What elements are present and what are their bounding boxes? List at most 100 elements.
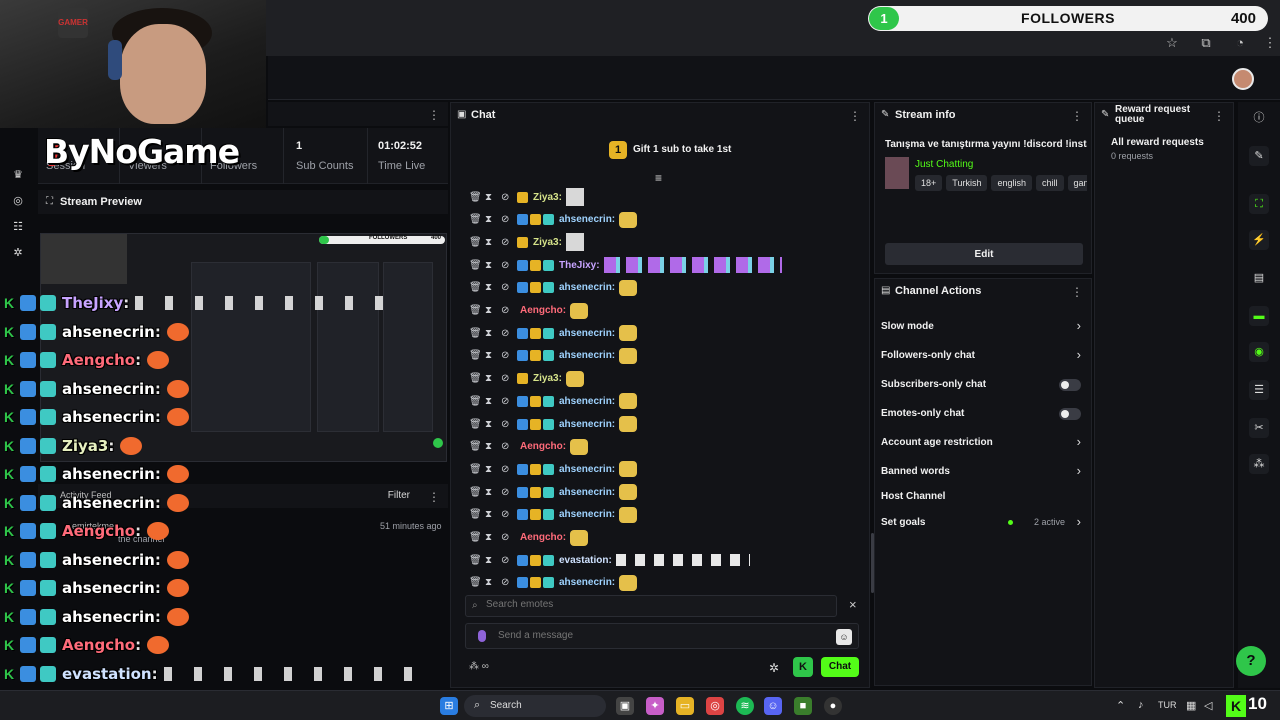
- chat-message[interactable]: 🗑 ⧗ ⊘ ahsenecrin:: [469, 391, 638, 411]
- stream-tag[interactable]: gan: [1067, 175, 1087, 191]
- ban-icon[interactable]: ⊘: [501, 577, 511, 588]
- extensions-icon[interactable]: ⧉: [1198, 35, 1214, 51]
- discord-icon[interactable]: ☺: [764, 697, 782, 715]
- delete-message-icon[interactable]: 🗑: [469, 441, 482, 452]
- timeout-icon[interactable]: ⧗: [485, 396, 495, 407]
- app-icon[interactable]: ●: [824, 697, 842, 715]
- language-indicator[interactable]: TUR: [1158, 700, 1177, 710]
- chat-username[interactable]: ahsenecrin:: [559, 282, 615, 293]
- ban-icon[interactable]: ⊘: [501, 509, 511, 520]
- ban-icon[interactable]: ⊘: [501, 192, 511, 203]
- chat-message[interactable]: 🗑 ⧗ ⊘ ahsenecrin:: [469, 346, 638, 366]
- chat-username[interactable]: Aengcho:: [520, 532, 566, 543]
- camera-icon[interactable]: ◎: [11, 194, 25, 208]
- folder-icon[interactable]: ▭: [676, 697, 694, 715]
- kebab-icon[interactable]: ⋮: [849, 109, 861, 123]
- windows-start-icon[interactable]: ⊞: [440, 697, 458, 715]
- preview-icon[interactable]: ⛶: [1249, 194, 1269, 214]
- kebab-icon[interactable]: ⋮: [1071, 109, 1083, 123]
- chat-bubble-icon[interactable]: ▬: [1249, 306, 1269, 326]
- chat-message[interactable]: 🗑 ⧗ ⊘ TheJixy:: [469, 255, 782, 275]
- pencil-icon[interactable]: ✎: [1249, 146, 1269, 166]
- browser-menu-icon[interactable]: ⋮: [1262, 35, 1278, 51]
- chat-message[interactable]: 🗑 ⧗ ⊘ Aengcho:: [469, 437, 589, 457]
- chat-message[interactable]: 🗑 ⧗ ⊘ ahsenecrin:: [469, 210, 638, 230]
- ban-icon[interactable]: ⊘: [501, 532, 511, 543]
- chat-message[interactable]: 🗑 ⧗ ⊘ Aengcho:: [469, 301, 589, 321]
- network-icon[interactable]: ▦: [1186, 699, 1196, 712]
- wrench-icon[interactable]: ✂: [1249, 418, 1269, 438]
- close-icon[interactable]: ×: [849, 597, 857, 612]
- channel-action-row[interactable]: Set goals › 2 active: [881, 511, 1087, 535]
- timeout-icon[interactable]: ⧗: [485, 260, 495, 271]
- delete-message-icon[interactable]: 🗑: [469, 214, 482, 225]
- trophy-icon[interactable]: ♛: [11, 168, 25, 182]
- delete-message-icon[interactable]: 🗑: [469, 419, 482, 430]
- chevron-right-icon[interactable]: ›: [1077, 434, 1081, 449]
- chat-username[interactable]: ahsenecrin:: [559, 577, 615, 588]
- chat-username[interactable]: ahsenecrin:: [559, 350, 615, 361]
- users-icon[interactable]: ☷: [11, 220, 25, 234]
- channel-action-row[interactable]: Account age restriction ›: [881, 431, 1087, 455]
- ban-icon[interactable]: ⊘: [501, 487, 511, 498]
- channel-action-row[interactable]: Slow mode ›: [881, 315, 1087, 339]
- channel-action-row[interactable]: Host Channel: [881, 485, 1087, 509]
- chat-username[interactable]: Aengcho:: [520, 441, 566, 452]
- chat-username[interactable]: ahsenecrin:: [559, 487, 615, 498]
- timeout-icon[interactable]: ⧗: [485, 441, 495, 452]
- delete-message-icon[interactable]: 🗑: [469, 509, 482, 520]
- emote-search[interactable]: ⌕: [465, 595, 837, 617]
- pinned-filter-icon[interactable]: ≡: [655, 171, 662, 185]
- chevron-right-icon[interactable]: ›: [1077, 347, 1081, 362]
- lightning-icon[interactable]: ⚡: [1249, 230, 1269, 250]
- ban-icon[interactable]: ⊘: [501, 350, 511, 361]
- ban-icon[interactable]: ⊘: [501, 441, 511, 452]
- reward-all-label[interactable]: All reward requests: [1111, 137, 1204, 148]
- stream-category[interactable]: Just Chatting: [915, 159, 973, 170]
- toggle-switch[interactable]: [1059, 408, 1081, 420]
- chevron-right-icon[interactable]: ›: [1077, 514, 1081, 529]
- delete-message-icon[interactable]: 🗑: [469, 577, 482, 588]
- message-box[interactable]: ☺: [465, 623, 859, 649]
- timeout-icon[interactable]: ⧗: [485, 464, 495, 475]
- minecraft-icon[interactable]: ■: [794, 697, 812, 715]
- chat-username[interactable]: ahsenecrin:: [559, 328, 615, 339]
- kick-emote-button[interactable]: K: [793, 657, 813, 677]
- timeout-icon[interactable]: ⧗: [485, 419, 495, 430]
- timeout-icon[interactable]: ⧗: [485, 282, 495, 293]
- delete-message-icon[interactable]: 🗑: [469, 555, 482, 566]
- chat-username[interactable]: ahsenecrin:: [559, 464, 615, 475]
- document-icon[interactable]: ▤: [1249, 268, 1269, 288]
- stream-tag[interactable]: 18+: [915, 175, 943, 191]
- chat-message[interactable]: 🗑 ⧗ ⊘ ahsenecrin:: [469, 573, 638, 593]
- timeout-icon[interactable]: ⧗: [485, 532, 495, 543]
- mic-icon[interactable]: ♪: [1138, 699, 1144, 711]
- delete-message-icon[interactable]: 🗑: [469, 396, 482, 407]
- stream-tag[interactable]: english: [991, 175, 1032, 191]
- delete-message-icon[interactable]: 🗑: [469, 487, 482, 498]
- gear-icon[interactable]: ✲: [11, 246, 25, 260]
- gift-sub-banner[interactable]: 1 Gift 1 sub to take 1st: [451, 139, 871, 161]
- channel-action-row[interactable]: Banned words ›: [881, 460, 1087, 484]
- broadcast-icon[interactable]: ◉: [1249, 342, 1269, 362]
- delete-message-icon[interactable]: 🗑: [469, 305, 482, 316]
- timeout-icon[interactable]: ⧗: [485, 509, 495, 520]
- channel-action-row[interactable]: Followers-only chat ›: [881, 344, 1087, 368]
- delete-message-icon[interactable]: 🗑: [469, 350, 482, 361]
- chat-username[interactable]: Aengcho:: [520, 305, 566, 316]
- ban-icon[interactable]: ⊘: [501, 419, 511, 430]
- chat-username[interactable]: ahsenecrin:: [559, 214, 615, 225]
- chat-message[interactable]: 🗑 ⧗ ⊘ ahsenecrin:: [469, 482, 638, 502]
- chat-message[interactable]: 🗑 ⧗ ⊘ Ziya3:: [469, 232, 584, 252]
- toggle-switch[interactable]: [1059, 379, 1081, 391]
- timeout-icon[interactable]: ⧗: [485, 555, 495, 566]
- timeout-icon[interactable]: ⧗: [485, 350, 495, 361]
- help-icon[interactable]: ?: [1236, 646, 1266, 676]
- ban-icon[interactable]: ⊘: [501, 464, 511, 475]
- delete-message-icon[interactable]: 🗑: [469, 237, 482, 248]
- kebab-icon[interactable]: ⋮: [1213, 109, 1225, 123]
- timeout-icon[interactable]: ⧗: [485, 328, 495, 339]
- chat-username[interactable]: ahsenecrin:: [559, 396, 615, 407]
- delete-message-icon[interactable]: 🗑: [469, 260, 482, 271]
- delete-message-icon[interactable]: 🗑: [469, 192, 482, 203]
